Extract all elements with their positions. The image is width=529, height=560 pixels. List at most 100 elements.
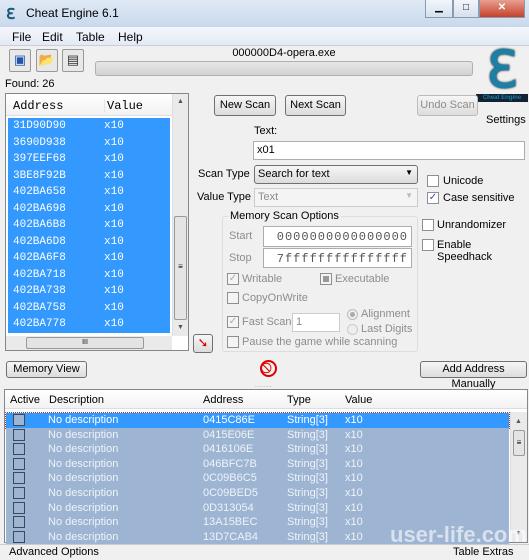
result-address: 402BA778 xyxy=(13,318,66,330)
result-address: 3690D938 xyxy=(13,136,66,149)
header-type[interactable]: Type xyxy=(287,394,311,406)
next-scan-button[interactable]: Next Scan xyxy=(285,95,346,116)
result-value: x10 xyxy=(104,252,124,264)
result-row[interactable]: 31D90D90 x10 xyxy=(8,118,170,135)
settings-label[interactable]: Settings xyxy=(486,114,526,126)
executable-checkbox[interactable] xyxy=(320,273,332,285)
value-type-select[interactable]: Text ▼ xyxy=(254,188,418,207)
result-row[interactable]: 3690D938 x10 xyxy=(8,134,170,151)
chevron-down-icon: ▼ xyxy=(405,168,413,177)
result-row[interactable]: 402BA718 x10 xyxy=(8,266,170,283)
maximize-button[interactable]: □ xyxy=(453,0,479,18)
active-checkbox[interactable] xyxy=(13,487,25,499)
add-to-list-arrow-button[interactable]: ➘ xyxy=(193,334,213,353)
scan-type-label: Scan Type xyxy=(198,168,250,180)
header-address[interactable]: Address xyxy=(203,394,243,406)
new-scan-button[interactable]: New Scan xyxy=(214,95,276,116)
case-sensitive-checkbox[interactable]: ✓ xyxy=(427,192,439,204)
result-row[interactable]: 402BA6D8 x10 xyxy=(8,233,170,250)
scan-value-input[interactable]: x01 xyxy=(253,141,525,160)
result-value: x10 xyxy=(104,136,124,149)
row-value: x10 xyxy=(345,530,363,543)
result-row[interactable]: 402BA698 x10 xyxy=(8,200,170,217)
header-active[interactable]: Active xyxy=(10,394,40,406)
results-horizontal-scrollbar[interactable]: III xyxy=(6,336,172,350)
cheat-table-row[interactable]: No description 0C09BED5 String[3] x10 xyxy=(6,486,509,501)
header-description[interactable]: Description xyxy=(49,394,104,406)
active-checkbox[interactable] xyxy=(13,428,25,441)
result-row[interactable]: 402BA738 x10 xyxy=(8,283,170,300)
cheat-engine-logo[interactable]: ℇ Cheat Engine xyxy=(476,45,528,106)
fast-scan-input[interactable]: 1 xyxy=(292,313,340,332)
header-value[interactable]: Value xyxy=(104,99,143,113)
cheat-table-row[interactable]: No description 0416106E String[3] x10 xyxy=(6,442,509,457)
menu-help[interactable]: Help xyxy=(118,30,143,44)
advanced-options-link[interactable]: Advanced Options xyxy=(9,546,99,558)
active-checkbox[interactable] xyxy=(13,457,25,470)
result-address: 31D90D90 xyxy=(13,120,66,132)
pause-checkbox[interactable] xyxy=(227,336,239,348)
cheat-table-row[interactable]: No description 0D313054 String[3] x10 xyxy=(6,500,509,516)
result-row[interactable]: 397EEF68 x10 xyxy=(8,151,170,168)
stop-icon[interactable]: ⃠ xyxy=(260,360,277,377)
active-checkbox[interactable] xyxy=(13,472,25,485)
row-description: No description xyxy=(48,487,119,499)
result-row[interactable]: 402BA6B8 x10 xyxy=(8,217,170,234)
row-address: 046BFC7B xyxy=(203,457,257,470)
menu-table[interactable]: Table xyxy=(76,30,105,44)
cheat-table-row[interactable]: No description 0C09B6C5 String[3] x10 xyxy=(6,471,509,486)
unicode-checkbox[interactable] xyxy=(427,175,439,187)
value-type-label: Value Type xyxy=(197,191,252,203)
splitter-handle[interactable]: ...... xyxy=(255,382,273,389)
cheat-table-row[interactable]: No description 046BFC7B String[3] x10 xyxy=(6,456,509,472)
select-process-icon[interactable]: ▣ xyxy=(9,49,31,72)
open-icon[interactable]: 📂 xyxy=(36,49,58,72)
menu-edit[interactable]: Edit xyxy=(42,30,63,44)
undo-scan-button[interactable]: Undo Scan xyxy=(417,95,478,116)
result-row[interactable]: 402BA658 x10 xyxy=(8,184,170,201)
last-digits-radio[interactable] xyxy=(347,324,358,335)
speedhack-checkbox[interactable] xyxy=(422,239,434,251)
result-row[interactable]: 402BA6F8 x10 xyxy=(8,250,170,267)
menu-file[interactable]: File xyxy=(12,30,31,44)
results-list[interactable]: Address Value 31D90D90 x10 3690D938 x10 397E… xyxy=(5,93,189,351)
active-checkbox[interactable] xyxy=(13,516,25,529)
result-address: 402BA698 xyxy=(13,202,66,215)
chevron-down-icon: ▼ xyxy=(405,191,413,200)
result-row[interactable]: 402BA758 x10 xyxy=(8,299,170,316)
minimize-button[interactable]: ▁ xyxy=(425,0,453,18)
header-value[interactable]: Value xyxy=(345,394,372,406)
value-type-value: Text xyxy=(258,191,279,203)
result-row[interactable]: 3BE8F92B x10 xyxy=(8,167,170,184)
save-icon[interactable]: ▤ xyxy=(62,49,84,72)
table-extras-link[interactable]: Table Extras xyxy=(453,546,514,558)
header-address[interactable]: Address xyxy=(13,99,63,113)
active-checkbox[interactable] xyxy=(13,414,25,426)
app-logo-icon: ℇ xyxy=(6,6,16,23)
result-address: 397EEF68 xyxy=(13,153,66,165)
start-address-input[interactable]: 0000000000000000 xyxy=(263,226,412,247)
alignment-radio[interactable] xyxy=(347,309,358,320)
result-value: x10 xyxy=(104,268,124,281)
row-value: x10 xyxy=(345,414,363,426)
memory-view-button[interactable]: Memory View xyxy=(6,361,87,378)
stop-address-input[interactable]: 7fffffffffffffff xyxy=(263,248,412,268)
active-checkbox[interactable] xyxy=(13,443,25,456)
fast-scan-checkbox[interactable]: ✓ xyxy=(227,316,239,328)
scan-type-select[interactable]: Search for text ▼ xyxy=(254,165,418,184)
active-checkbox[interactable] xyxy=(13,530,25,543)
close-button[interactable]: ✕ xyxy=(479,0,525,18)
unrandomizer-checkbox[interactable] xyxy=(422,219,434,231)
result-row[interactable]: 402BA778 x10 xyxy=(8,316,170,333)
add-address-manually-button[interactable]: Add Address Manually xyxy=(420,361,527,390)
results-vertical-scrollbar[interactable]: ▲ ≡ ▼ xyxy=(172,94,188,336)
active-checkbox[interactable] xyxy=(13,501,25,514)
cheat-table-row[interactable]: No description 0415E06E String[3] x10 xyxy=(6,427,509,443)
cheat-table-row[interactable]: No description 0415C86E String[3] x10 xyxy=(5,412,510,429)
last-digits-label: Last Digits xyxy=(361,323,413,335)
row-value: x10 xyxy=(345,443,363,456)
copyonwrite-checkbox[interactable] xyxy=(227,292,239,304)
writable-checkbox[interactable]: ✓ xyxy=(227,273,239,285)
result-value: x10 xyxy=(104,186,124,198)
row-type: String[3] xyxy=(287,487,328,499)
